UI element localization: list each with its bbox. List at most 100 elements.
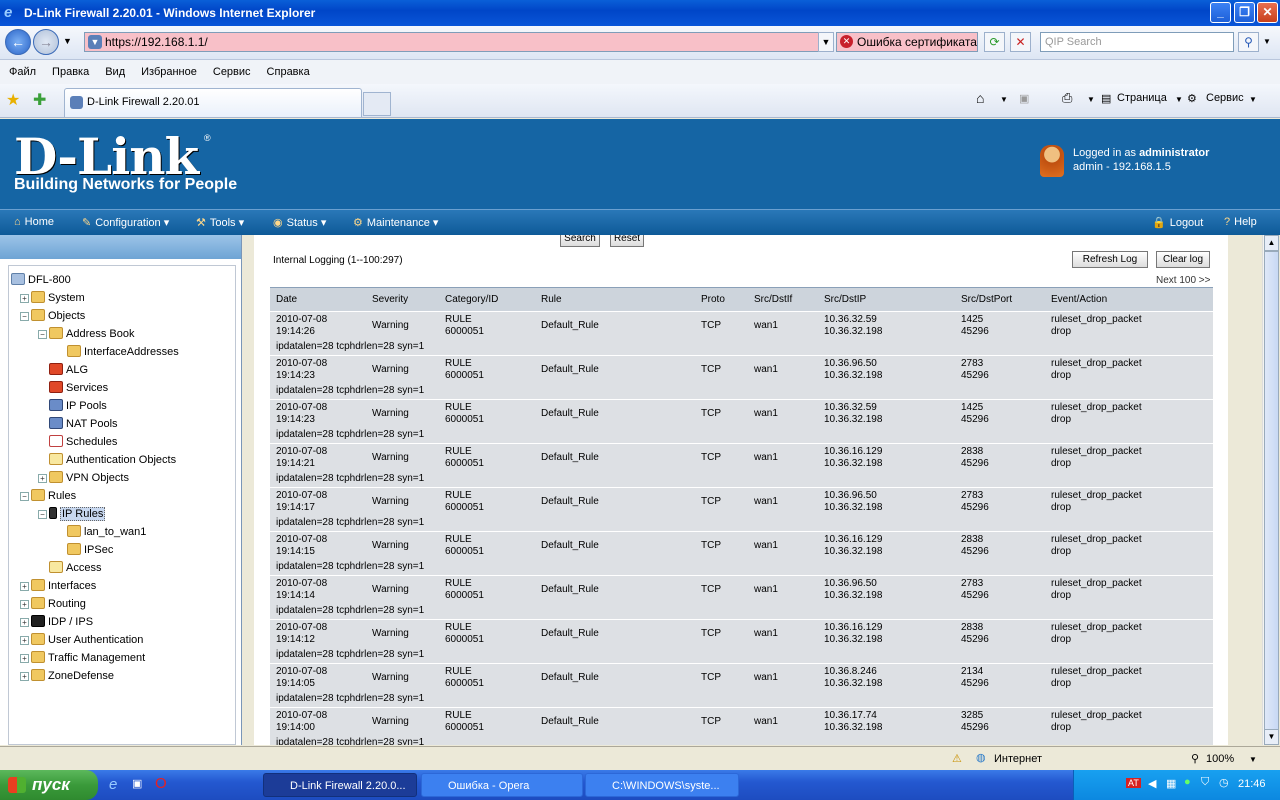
new-tab-button[interactable] — [363, 92, 391, 116]
menu-view[interactable]: Вид — [105, 66, 125, 78]
collapse-icon[interactable]: − — [20, 312, 29, 321]
task-opera[interactable]: Ошибка - Opera — [421, 773, 583, 797]
tree-node-ipsec[interactable]: IPSec — [67, 542, 113, 558]
page-scrollbar[interactable]: ▲ ▼ — [1262, 235, 1279, 745]
tree-node-interface-addresses[interactable]: InterfaceAddresses — [67, 344, 179, 360]
col-event[interactable]: Event/Action — [1051, 294, 1107, 305]
nav-configuration[interactable]: ✎ Configuration ▾ — [82, 216, 169, 229]
expand-icon[interactable]: + — [38, 474, 47, 483]
tools-dropdown-icon[interactable]: ▼ — [1249, 95, 1257, 104]
search-button[interactable]: Search — [560, 235, 600, 247]
print-icon[interactable]: ⎙ — [1062, 90, 1072, 106]
maximize-button[interactable]: ❐ — [1234, 2, 1255, 23]
tree-node-services[interactable]: Services — [49, 380, 108, 396]
menu-tools[interactable]: Сервис — [213, 66, 251, 78]
zoom-dropdown-icon[interactable]: ▼ — [1249, 755, 1257, 764]
tray-shield-icon[interactable]: ⛉ — [1201, 776, 1209, 789]
col-severity[interactable]: Severity — [372, 294, 408, 305]
search-input[interactable]: QIP Search — [1040, 32, 1234, 52]
task-cmd[interactable]: C:\WINDOWS\syste... — [585, 773, 739, 797]
tree-node-objects[interactable]: − Objects — [20, 308, 85, 324]
nav-maintenance[interactable]: ⚙ Maintenance ▾ — [353, 216, 438, 229]
quicklaunch-opera-icon[interactable]: O — [155, 775, 167, 792]
tree-node-auth-objects[interactable]: Authentication Objects — [49, 452, 176, 468]
home-icon[interactable]: ⌂ — [976, 90, 984, 106]
collapse-icon[interactable]: − — [20, 492, 29, 501]
tab-dlink-firewall[interactable]: D-Link Firewall 2.20.01 — [64, 88, 362, 117]
start-button[interactable]: пуск — [0, 770, 98, 800]
tree-node-schedules[interactable]: Schedules — [49, 434, 117, 450]
tree-node-routing[interactable]: + Routing — [20, 596, 86, 612]
expand-icon[interactable]: + — [20, 618, 29, 627]
tree-node-nat-pools[interactable]: NAT Pools — [49, 416, 118, 432]
collapse-icon[interactable]: − — [38, 330, 47, 339]
stop-button[interactable]: ✕ — [1010, 32, 1031, 52]
network-icon[interactable]: ▦ — [1166, 777, 1176, 790]
next-page-link[interactable]: Next 100 >> — [1156, 275, 1210, 286]
col-rule[interactable]: Rule — [541, 294, 562, 305]
tree-node-access[interactable]: Access — [49, 560, 101, 576]
tools-menu[interactable]: Сервис — [1206, 92, 1244, 104]
col-proto[interactable]: Proto — [701, 294, 725, 305]
col-srcdstport[interactable]: Src/DstPort — [961, 294, 1012, 305]
menu-help[interactable]: Справка — [267, 66, 310, 78]
page-dropdown-icon[interactable]: ▼ — [1175, 95, 1183, 104]
back-button[interactable]: ← — [5, 29, 31, 55]
scroll-thumb[interactable] — [1264, 251, 1279, 741]
favorites-star-icon[interactable]: ★ — [6, 90, 20, 110]
url-dropdown-button[interactable]: ▼ — [818, 32, 834, 52]
nav-tools[interactable]: ⚒ Tools ▾ — [196, 216, 244, 229]
expand-icon[interactable]: + — [20, 294, 29, 303]
tree-node-lan-to-wan1[interactable]: lan_to_wan1 — [67, 524, 146, 540]
tree-node-user-auth[interactable]: + User Authentication — [20, 632, 143, 648]
scroll-up-icon[interactable]: ▲ — [1264, 235, 1279, 251]
tree-node-vpn-objects[interactable]: + VPN Objects — [38, 470, 129, 486]
tree-node-ip-pools[interactable]: IP Pools — [49, 398, 107, 414]
task-ie[interactable]: D-Link Firewall 2.20.0... — [263, 773, 417, 797]
print-dropdown-icon[interactable]: ▼ — [1087, 95, 1095, 104]
collapse-icon[interactable]: − — [38, 510, 47, 519]
expand-icon[interactable]: + — [20, 654, 29, 663]
menu-edit[interactable]: Правка — [52, 66, 89, 78]
nav-logout[interactable]: 🔒 Logout — [1152, 216, 1203, 229]
tree-node-system[interactable]: + System — [20, 290, 85, 306]
volume-icon[interactable]: ◀ — [1148, 777, 1156, 790]
expand-icon[interactable]: + — [20, 582, 29, 591]
clock[interactable]: 21:46 — [1238, 778, 1266, 790]
search-icon[interactable]: ⚲ — [1238, 32, 1259, 52]
reset-button[interactable]: Reset — [610, 235, 644, 247]
nav-help[interactable]: ? Help — [1224, 216, 1257, 228]
menu-file[interactable]: Файл — [9, 66, 36, 78]
scroll-down-icon[interactable]: ▼ — [1264, 729, 1279, 745]
col-srcdstif[interactable]: Src/DstIf — [754, 294, 792, 305]
refresh-button[interactable]: ⟳ — [984, 32, 1005, 52]
col-srcdstip[interactable]: Src/DstIP — [824, 294, 866, 305]
url-field[interactable]: ▼ https://192.168.1.1/ — [84, 32, 834, 52]
history-dropdown-icon[interactable]: ▼ — [63, 36, 72, 46]
menu-favorites[interactable]: Избранное — [141, 66, 197, 78]
minimize-button[interactable]: _ — [1210, 2, 1231, 23]
tree-node-ip-rules[interactable]: − IP Rules — [38, 506, 106, 522]
tree-node-rules[interactable]: − Rules — [20, 488, 76, 504]
nav-home[interactable]: ⌂ Home — [14, 216, 54, 228]
close-window-button[interactable]: ✕ — [1257, 2, 1278, 23]
home-dropdown-icon[interactable]: ▼ — [1000, 95, 1008, 104]
zoom-level[interactable]: 100% — [1206, 753, 1234, 765]
tree-node-interfaces[interactable]: + Interfaces — [20, 578, 96, 594]
tray-app-icon[interactable]: AT — [1126, 778, 1141, 788]
page-menu[interactable]: Страница — [1117, 92, 1167, 104]
tree-node-alg[interactable]: ALG — [49, 362, 88, 378]
feeds-icon[interactable]: ▣ — [1019, 92, 1029, 105]
expand-icon[interactable]: + — [20, 636, 29, 645]
tree-node-dfl800[interactable]: DFL-800 — [11, 272, 71, 288]
nav-status[interactable]: ◉ Status ▾ — [273, 216, 326, 229]
tree-node-address-book[interactable]: − Address Book — [38, 326, 134, 342]
refresh-log-button[interactable]: Refresh Log — [1072, 251, 1148, 268]
tree-node-zone-defense[interactable]: + ZoneDefense — [20, 668, 114, 684]
col-date[interactable]: Date — [276, 294, 297, 305]
add-favorite-icon[interactable]: ✚ — [33, 90, 46, 110]
certificate-error-button[interactable]: ✕ Ошибка сертификата — [836, 32, 978, 52]
clear-log-button[interactable]: Clear log — [1156, 251, 1210, 268]
expand-icon[interactable]: + — [20, 672, 29, 681]
forward-button[interactable]: → — [33, 29, 59, 55]
